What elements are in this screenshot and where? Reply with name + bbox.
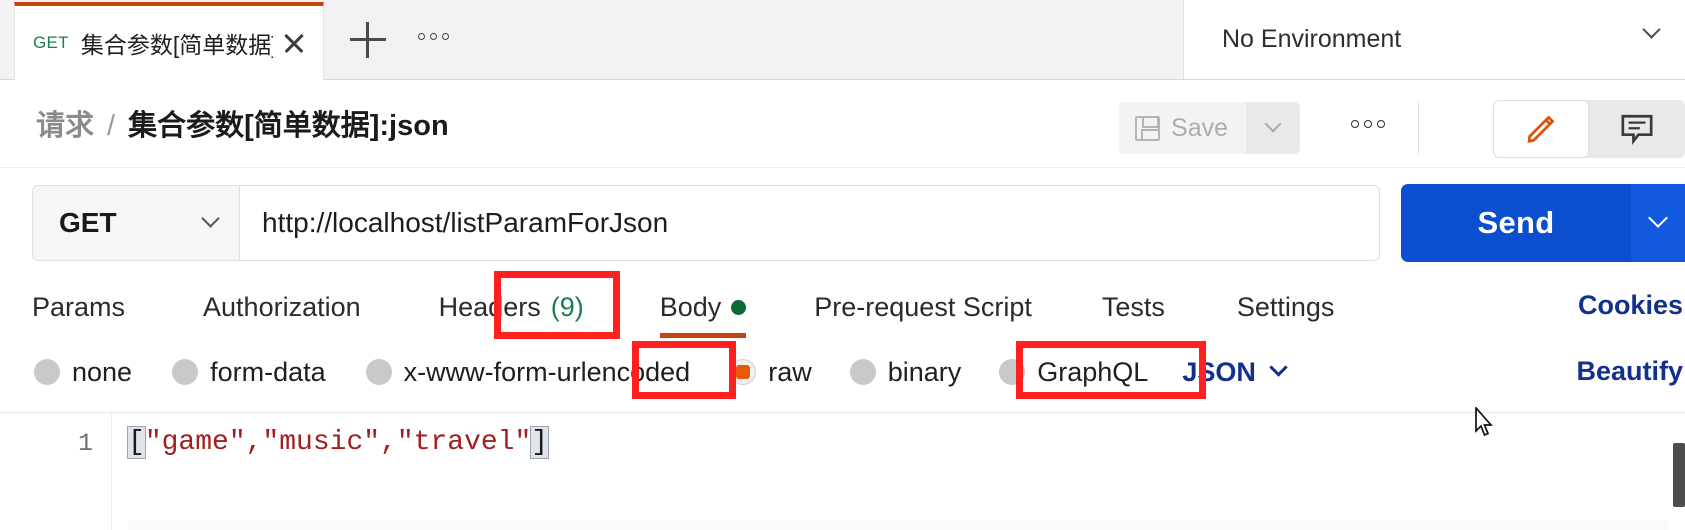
send-dropdown-button[interactable] [1631, 184, 1685, 262]
environment-label: No Environment [1222, 25, 1402, 53]
tab-settings-label: Settings [1236, 291, 1335, 322]
radio-icon[interactable] [365, 359, 392, 385]
beautify-link[interactable]: Beautify [1576, 356, 1683, 387]
send-button[interactable]: Send [1401, 184, 1631, 262]
json-close-bracket: ] [530, 426, 550, 459]
url-input[interactable]: http://localhost/listParamForJson [240, 185, 1380, 261]
radio-icon[interactable] [172, 359, 199, 385]
pointer-cursor-icon [1475, 407, 1493, 437]
json-string-values: "game","music","travel" [144, 427, 532, 458]
body-code-editor[interactable]: 1 ["game","music","travel"] [0, 412, 1685, 530]
toolbar-divider [1418, 102, 1419, 154]
tab-headers-label: Headers [438, 291, 541, 322]
json-open-bracket: [ [127, 426, 146, 459]
breadcrumb-toolbar-row: 请求 / 集合参数[简单数据]:json Save [0, 80, 1685, 168]
body-format-label: JSON [1182, 356, 1256, 387]
body-type-x-www-form-urlencoded[interactable]: x-www-form-urlencoded [365, 356, 691, 388]
more-options-ellipsis-icon[interactable] [1351, 120, 1385, 128]
http-method-select[interactable]: GET [32, 185, 240, 261]
tab-tests-label: Tests [1101, 291, 1165, 322]
editor-line-number: 1 [77, 429, 93, 458]
ellipsis-icon[interactable] [418, 33, 449, 40]
tab-authorization-label: Authorization [203, 291, 361, 322]
tab-params[interactable]: Params [32, 276, 125, 338]
cookies-link[interactable]: Cookies [1578, 290, 1683, 321]
comment-icon [1621, 114, 1653, 145]
save-dropdown-button[interactable] [1246, 102, 1300, 154]
body-type-binary-label: binary [887, 356, 962, 387]
breadcrumb-root[interactable]: 请求 [36, 102, 94, 144]
url-input-value: http://localhost/listParamForJson [262, 207, 669, 238]
radio-icon[interactable] [999, 359, 1026, 385]
environment-selector[interactable]: No Environment [1183, 0, 1685, 79]
editor-horizontal-scrollbar[interactable] [128, 520, 1668, 530]
save-button-label: Save [1171, 113, 1228, 142]
save-button[interactable]: Save [1119, 102, 1246, 154]
editor-gutter: 1 [0, 413, 112, 530]
tab-authorization[interactable]: Authorization [203, 276, 361, 338]
body-type-none[interactable]: none [34, 357, 132, 388]
chevron-down-icon [201, 208, 220, 228]
tab-headers-count: (9) [550, 291, 584, 322]
tab-bar: GET 集合参数[简单数据]... No Environment [0, 0, 1685, 80]
breadcrumb-leaf: 集合参数[简单数据]:json [128, 110, 449, 142]
tab-headers[interactable]: Headers (9) [439, 276, 584, 338]
body-has-content-dot-icon [731, 299, 747, 315]
body-type-raw-label: raw [768, 356, 812, 387]
body-type-row: none form-data x-www-form-urlencoded raw… [0, 344, 1685, 400]
editor-vertical-scrollbar[interactable] [1673, 443, 1685, 507]
body-type-form-data-label: form-data [210, 356, 326, 387]
tab-settings[interactable]: Settings [1237, 276, 1335, 338]
chevron-down-icon [1269, 357, 1288, 377]
plus-icon[interactable] [350, 22, 386, 58]
request-tab-active[interactable]: GET 集合参数[简单数据]... [14, 2, 324, 80]
postman-request-window: GET 集合参数[简单数据]... No Environment 请求 / 集合… [0, 0, 1685, 530]
body-type-raw[interactable]: raw [730, 357, 812, 388]
floppy-disk-icon [1135, 115, 1161, 141]
tab-body[interactable]: Body [659, 276, 747, 338]
tab-pre-request-script[interactable]: Pre-request Script [814, 276, 1032, 338]
radio-icon[interactable] [849, 359, 876, 385]
close-icon[interactable] [279, 28, 309, 58]
http-method-label: GET [59, 207, 117, 238]
chevron-down-icon[interactable] [1642, 20, 1671, 53]
breadcrumb: 请求 / 集合参数[简单数据]:json [36, 102, 449, 144]
send-button-label: Send [1477, 205, 1555, 240]
body-type-binary[interactable]: binary [849, 356, 962, 388]
body-type-none-label: none [72, 356, 133, 387]
tab-title-label: 集合参数[简单数据]... [80, 32, 273, 58]
body-type-graphql-label: GraphQL [1037, 356, 1149, 387]
radio-icon[interactable] [34, 359, 60, 385]
pencil-icon [1527, 115, 1555, 143]
tab-method-label: GET [33, 33, 69, 52]
radio-selected-icon[interactable] [730, 359, 757, 385]
save-button-group: Save [1119, 102, 1300, 154]
body-type-x-www-form-urlencoded-label: x-www-form-urlencoded [403, 356, 691, 387]
edit-comment-button-group [1493, 100, 1685, 158]
body-type-form-data[interactable]: form-data [172, 357, 326, 388]
request-section-tabs: Params Authorization Headers (9) Body Pr… [0, 276, 1685, 338]
edit-button[interactable] [1493, 100, 1589, 158]
body-type-graphql[interactable]: GraphQL [999, 357, 1148, 388]
editor-code-line[interactable]: ["game","music","travel"] [127, 426, 550, 459]
tab-tests[interactable]: Tests [1102, 276, 1165, 338]
body-format-select[interactable]: JSON [1182, 356, 1288, 388]
breadcrumb-separator: / [107, 110, 116, 142]
tab-body-label: Body [659, 291, 722, 322]
tab-params-label: Params [32, 291, 126, 322]
comment-button[interactable] [1589, 100, 1685, 158]
tab-pre-request-script-label: Pre-request Script [814, 291, 1032, 322]
request-url-row: GET http://localhost/listParamForJson Se… [0, 175, 1685, 437]
